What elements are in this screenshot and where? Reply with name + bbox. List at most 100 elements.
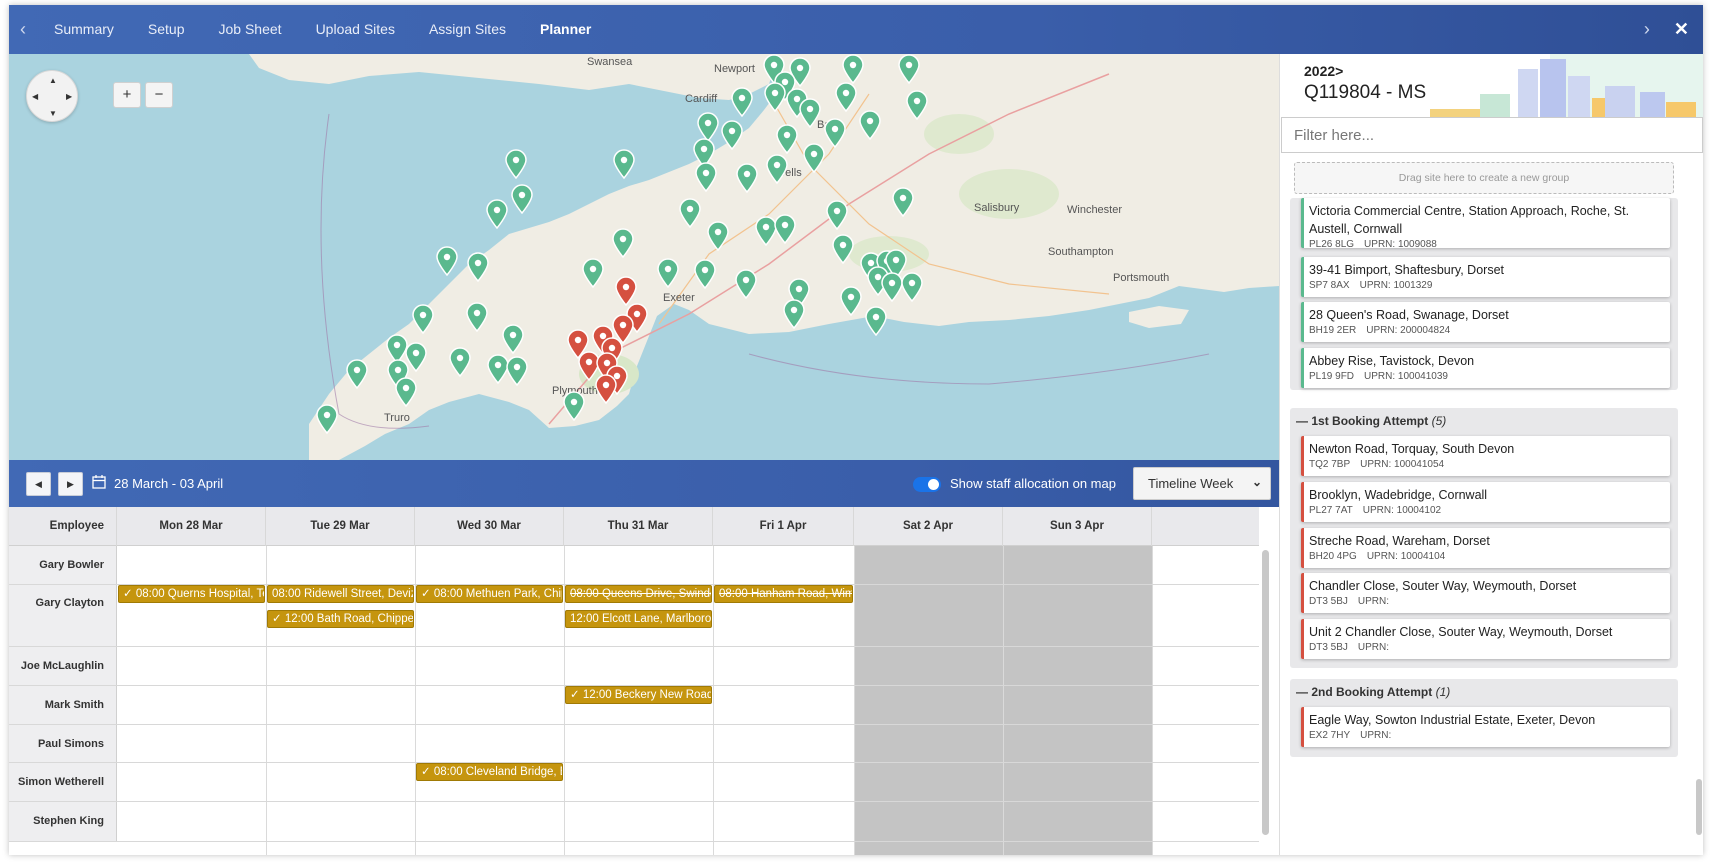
booking-event[interactable]: ✓ 08:00 Querns Hospital, Tetb [118, 585, 265, 603]
site-pin[interactable] [613, 149, 635, 179]
group-count: (5) [1431, 414, 1447, 428]
group-dropzone[interactable]: Drag site here to create a new group [1294, 162, 1674, 194]
booking-event[interactable]: 08:00 Ridewell Street, Devizes [267, 585, 414, 603]
site-pin[interactable] [721, 120, 743, 150]
filter-input[interactable]: Filter here... [1281, 117, 1703, 153]
site-pin[interactable] [803, 143, 825, 173]
booking-event[interactable]: ✓ 08:00 Methuen Park, Chippe [416, 585, 563, 603]
grid-scrollbar[interactable] [1262, 550, 1269, 835]
site-pin[interactable] [346, 359, 368, 389]
site-pin[interactable] [316, 404, 338, 434]
zoom-in-button[interactable]: + [113, 82, 141, 108]
site-card[interactable]: Brooklyn, Wadebridge, Cornwall PL27 7AT U… [1301, 482, 1670, 522]
site-card[interactable]: Eagle Way, Sowton Industrial Estate, Exe… [1301, 707, 1670, 747]
site-pin[interactable] [582, 258, 604, 288]
site-address: 28 Queen's Road, Swanage, Dorset [1309, 308, 1509, 322]
site-pin[interactable] [906, 90, 928, 120]
panel-scrollbar[interactable] [1696, 779, 1702, 835]
booking-event[interactable]: ✓ 12:00 Beckery New Road, Gl [565, 686, 712, 704]
site-pin[interactable] [679, 198, 701, 228]
site-pin[interactable] [783, 299, 805, 329]
site-pin[interactable] [505, 149, 527, 179]
site-pin[interactable] [731, 87, 753, 117]
site-card[interactable]: Abbey Rise, Tavistock, Devon PL19 9FD UPR… [1301, 348, 1670, 388]
site-pin[interactable] [707, 221, 729, 251]
site-pin[interactable] [766, 154, 788, 184]
booking-event[interactable]: 08:00 Hanham Road, Wimbor [714, 585, 853, 603]
site-pin[interactable] [881, 272, 903, 302]
site-pin[interactable] [735, 269, 757, 299]
site-card[interactable]: Unit 2 Chandler Close, Souter Way, Weymo… [1301, 619, 1670, 659]
site-pin[interactable] [449, 347, 471, 377]
site-pin[interactable] [835, 82, 857, 112]
site-pin[interactable] [412, 304, 434, 334]
site-pin[interactable] [776, 124, 798, 154]
group-header[interactable]: — 2nd Booking Attempt (1) [1296, 685, 1450, 699]
site-address: Brooklyn, Wadebridge, Cornwall [1309, 488, 1488, 502]
site-pin[interactable] [865, 306, 887, 336]
tab-upload-sites[interactable]: Upload Sites [299, 5, 412, 54]
next-week-button[interactable]: ▶ [58, 472, 83, 496]
chevron-right-icon[interactable]: › [1644, 19, 1650, 40]
tab-summary[interactable]: Summary [37, 5, 131, 54]
group-2nd-booking[interactable]: — 2nd Booking Attempt (1) Eagle Way, Sow… [1290, 679, 1678, 757]
site-pin[interactable] [842, 54, 864, 84]
site-pin[interactable] [466, 302, 488, 332]
pan-control-icon[interactable]: ▲ ▼ ◀ ▶ [26, 70, 78, 122]
site-card[interactable]: 28 Queen's Road, Swanage, Dorset BH19 2E… [1301, 302, 1670, 342]
chevron-left-icon[interactable]: ‹ [9, 19, 37, 40]
staff-allocation-toggle[interactable] [913, 477, 941, 492]
booking-site-pin[interactable] [615, 276, 637, 306]
col-employee: Employee [9, 507, 117, 546]
site-pin[interactable] [486, 199, 508, 229]
booking-event[interactable]: ✓ 12:00 Bath Road, Chippenha [267, 610, 414, 628]
site-pin[interactable] [898, 54, 920, 84]
site-card[interactable]: Streche Road, Wareham, Dorset BH20 4PG UP… [1301, 528, 1670, 568]
year-label[interactable]: 2022> [1304, 63, 1343, 79]
booking-event[interactable]: 12:00 Elcott Lane, Marlboroug [565, 610, 712, 628]
site-pin[interactable] [502, 324, 524, 354]
site-card[interactable]: Victoria Commercial Centre, Station Appr… [1301, 198, 1670, 250]
site-pin[interactable] [840, 286, 862, 316]
site-pin[interactable] [859, 110, 881, 140]
site-pin[interactable] [799, 98, 821, 128]
site-card[interactable]: Newton Road, Torquay, South Devon TQ2 7B… [1301, 436, 1670, 476]
sites-map[interactable]: Swansea Newport Cardiff Bath Wells Salis… [9, 54, 1279, 460]
site-card[interactable]: Chandler Close, Souter Way, Weymouth, Do… [1301, 573, 1670, 613]
site-pin[interactable] [892, 187, 914, 217]
site-pin[interactable] [695, 162, 717, 192]
site-card[interactable]: 39-41 Bimport, Shaftesbury, Dorset SP7 8… [1301, 257, 1670, 297]
zoom-out-button[interactable]: − [145, 82, 173, 108]
tab-setup[interactable]: Setup [131, 5, 202, 54]
site-pin[interactable] [506, 356, 528, 386]
booking-event[interactable]: 08:00 Queens Drive, Swindon, [565, 585, 712, 603]
group-1st-booking[interactable]: — 1st Booking Attempt (5) Newton Road, T… [1290, 408, 1678, 668]
site-pin[interactable] [436, 246, 458, 276]
tab-planner[interactable]: Planner [523, 5, 608, 54]
site-pin[interactable] [736, 163, 758, 193]
booking-site-pin[interactable] [595, 374, 617, 404]
group-header[interactable]: — 1st Booking Attempt (5) [1296, 414, 1446, 428]
booking-event[interactable]: ✓ 08:00 Cleveland Bridge, Bat [416, 763, 563, 781]
tab-job-sheet[interactable]: Job Sheet [202, 5, 299, 54]
view-select[interactable]: Timeline Week ⌄ [1133, 467, 1271, 500]
site-pin[interactable] [694, 259, 716, 289]
site-pin[interactable] [832, 234, 854, 264]
tab-assign-sites[interactable]: Assign Sites [412, 5, 523, 54]
site-pin[interactable] [395, 377, 417, 407]
site-pin[interactable] [612, 228, 634, 258]
site-pin[interactable] [563, 391, 585, 421]
site-pin[interactable] [657, 258, 679, 288]
site-pin[interactable] [901, 272, 923, 302]
site-address: 39-41 Bimport, Shaftesbury, Dorset [1309, 263, 1504, 277]
employee-row: Joe McLaughlin [9, 647, 1259, 686]
site-pin[interactable] [511, 184, 533, 214]
site-uprn: UPRN: [1357, 596, 1390, 607]
site-pin[interactable] [774, 214, 796, 244]
site-pin[interactable] [764, 82, 786, 112]
site-pin[interactable] [467, 252, 489, 282]
prev-week-button[interactable]: ◀ [26, 472, 51, 496]
close-icon[interactable]: ✕ [1674, 19, 1689, 40]
site-pin[interactable] [826, 200, 848, 230]
site-pin[interactable] [824, 118, 846, 148]
